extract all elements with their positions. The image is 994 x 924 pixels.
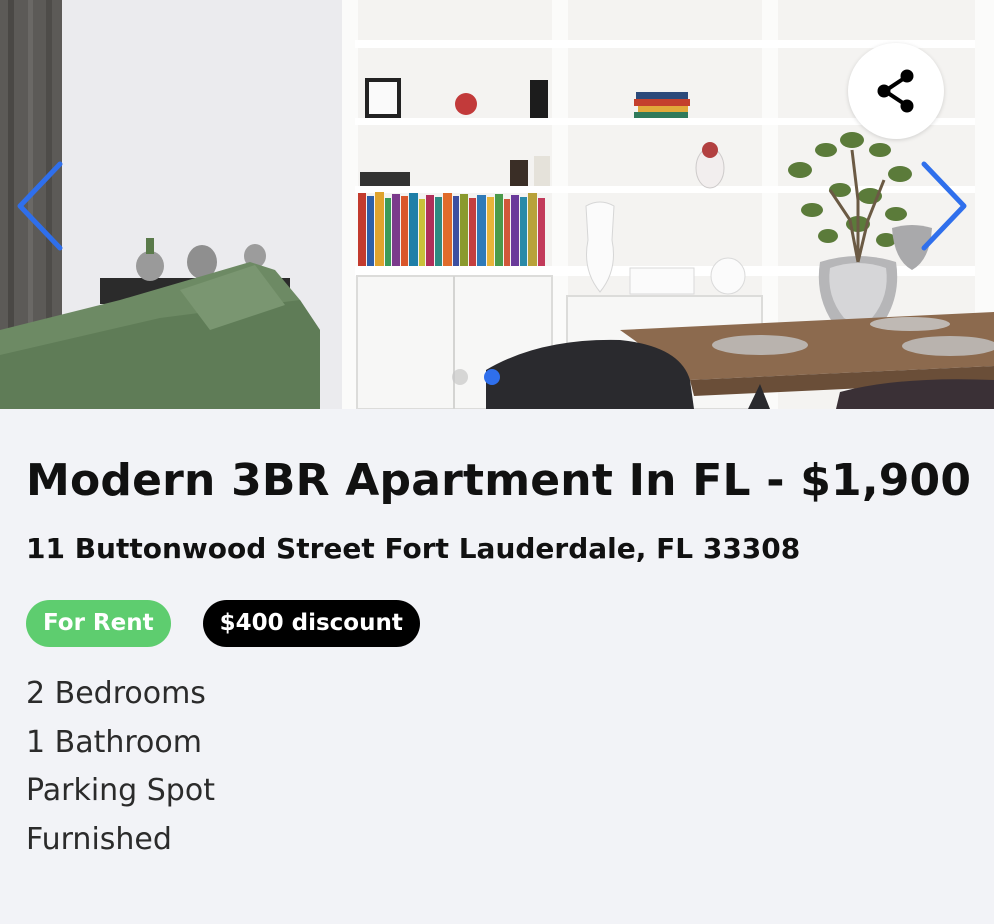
listing-photo (0, 0, 994, 409)
feature-list: 2 Bedrooms 1 Bathroom Parking Spot Furni… (26, 670, 215, 865)
share-icon (877, 69, 914, 113)
gallery-pagination (452, 369, 500, 385)
chevron-right-icon (921, 161, 967, 251)
listing-address: 11 Buttonwood Street Fort Lauderdale, FL… (26, 532, 801, 565)
chevron-left-icon (17, 161, 63, 251)
listing-page: Modern 3BR Apartment In FL - $1,900 11 B… (0, 0, 994, 924)
photo-gallery[interactable] (0, 0, 994, 409)
share-button[interactable] (848, 43, 944, 139)
previous-photo-button[interactable] (14, 160, 64, 252)
pagination-dot[interactable] (452, 369, 468, 385)
listing-badges: For Rent $400 discount (26, 600, 420, 647)
feature-bedrooms: 2 Bedrooms (26, 676, 206, 711)
feature-bathroom: 1 Bathroom (26, 724, 202, 760)
listing-title: Modern 3BR Apartment In FL - $1,900 (26, 455, 972, 506)
feature-furnished: Furnished (26, 822, 172, 858)
next-photo-button[interactable] (920, 160, 970, 252)
feature-parking: Parking Spot (26, 773, 215, 809)
pagination-dot-active[interactable] (484, 369, 500, 385)
for-rent-badge: For Rent (26, 600, 171, 647)
discount-badge: $400 discount (202, 600, 420, 647)
